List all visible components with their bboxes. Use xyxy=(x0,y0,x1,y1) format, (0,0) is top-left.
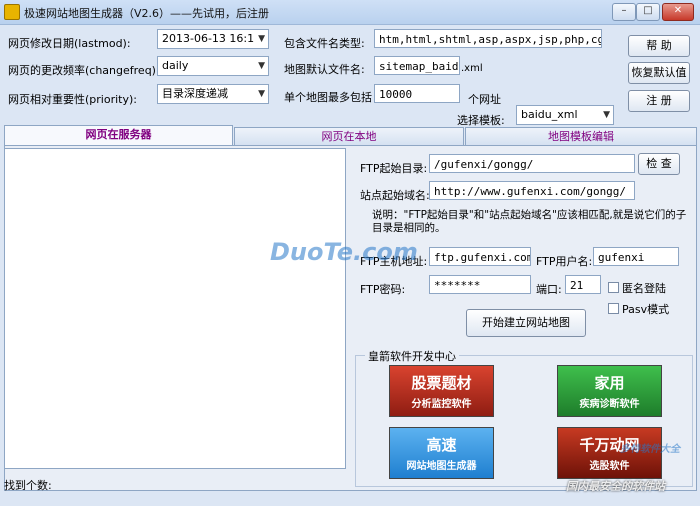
help-button[interactable]: 帮 助 xyxy=(628,35,690,57)
found-count-label: 找到个数: xyxy=(4,479,52,492)
ad2-subtitle: 疾病诊断软件 xyxy=(579,399,640,410)
tab-server[interactable]: 网页在服务器 xyxy=(4,125,233,145)
tab-local[interactable]: 网页在本地 xyxy=(234,127,464,145)
ad-sitemap-generator[interactable]: 高速 网站地图生成器 xyxy=(389,427,494,479)
template-select[interactable]: baidu_xml ▼ xyxy=(516,105,614,125)
chevron-down-icon: ▼ xyxy=(258,61,265,71)
watermark-bottom: 国内最安全的软件站 xyxy=(566,480,665,493)
maxurls-input[interactable]: 10000 xyxy=(374,84,460,103)
anonymous-login-label: 匿名登陆 xyxy=(622,282,666,295)
changefreq-select[interactable]: daily ▼ xyxy=(157,56,269,76)
ftp-note: 说明："FTP起始目录"和"站点起始域名"应该相匹配,就是说它们的子目录是相同的… xyxy=(372,209,687,234)
pasv-mode-label: Pasv模式 xyxy=(622,303,670,316)
filename-input[interactable]: sitemap_baidu xyxy=(374,56,460,75)
tab-template-editor[interactable]: 地图模板编辑 xyxy=(465,127,697,145)
site-domain-input[interactable]: http://www.gufenxi.com/gongg/ xyxy=(429,181,635,200)
priority-value: 目录深度递减 xyxy=(162,87,228,100)
filetypes-label: 包含文件名类型: xyxy=(284,37,365,50)
ad1-subtitle: 分析监控软件 xyxy=(411,399,472,410)
changefreq-value: daily xyxy=(162,59,189,72)
priority-select[interactable]: 目录深度递减 ▼ xyxy=(157,84,269,104)
priority-label: 网页相对重要性(priority): xyxy=(8,93,137,106)
start-build-sitemap-button[interactable]: 开始建立网站地图 xyxy=(466,309,586,337)
changefreq-label: 网页的更改频率(changefreq): xyxy=(8,64,160,77)
lastmod-value: 2013-06-13 16:1 xyxy=(162,32,255,45)
maximize-button[interactable]: □ xyxy=(636,3,660,21)
title-bar: 极速网站地图生成器（V2.6）——先试用，后注册 – □ ✕ xyxy=(0,0,700,25)
template-label: 选择模板: xyxy=(457,114,505,127)
ad4-subtitle: 选股软件 xyxy=(589,461,630,472)
url-list[interactable] xyxy=(4,148,346,469)
filetypes-input[interactable]: htm,html,shtml,asp,aspx,jsp,php,cgi xyxy=(374,29,602,48)
maxurls-label: 单个地图最多包括 xyxy=(284,91,372,104)
ad-home-diagnosis[interactable]: 家用 疾病诊断软件 xyxy=(557,365,662,417)
app-window: 极速网站地图生成器（V2.6）——先试用，后注册 – □ ✕ 网页修改日期(la… xyxy=(0,0,700,506)
ftp-user-label: FTP用户名: xyxy=(536,255,593,268)
chevron-down-icon: ▼ xyxy=(258,89,265,99)
lastmod-picker[interactable]: 2013-06-13 16:1 ▼ xyxy=(157,29,269,49)
ftp-root-input[interactable]: /gufenxi/gongg/ xyxy=(429,154,635,173)
pasv-mode-checkbox[interactable] xyxy=(608,303,619,314)
ftp-host-input[interactable]: ftp.gufenxi.com xyxy=(429,247,531,266)
chevron-down-icon: ▼ xyxy=(258,34,265,44)
watermark-corner: 多特软件大全 xyxy=(620,444,680,455)
filename-label: 地图默认文件名: xyxy=(284,63,365,76)
ftp-root-label: FTP起始目录: xyxy=(360,162,428,175)
ftp-port-label: 端口: xyxy=(536,283,562,296)
ad1-title: 股票题材 xyxy=(411,374,472,392)
app-icon xyxy=(4,4,20,20)
window-title: 极速网站地图生成器（V2.6）——先试用，后注册 xyxy=(24,7,270,20)
ftp-password-label: FTP密码: xyxy=(360,283,406,296)
watermark-center: DuoTe.com xyxy=(270,238,418,266)
ftp-port-input[interactable]: 21 xyxy=(565,275,601,294)
check-button[interactable]: 检 查 xyxy=(638,153,680,175)
ftp-password-input[interactable]: ******* xyxy=(429,275,531,294)
minimize-button[interactable]: – xyxy=(612,3,636,21)
anonymous-login-checkbox[interactable] xyxy=(608,282,619,293)
ads-group-title: 皇箭软件开发中心 xyxy=(365,348,459,364)
close-button[interactable]: ✕ xyxy=(662,3,694,21)
ad2-title: 家用 xyxy=(594,374,625,392)
ad3-subtitle: 网站地图生成器 xyxy=(406,461,477,472)
restore-defaults-button[interactable]: 恢复默认值 xyxy=(628,62,690,84)
maxurls-unit: 个网址 xyxy=(468,93,501,106)
template-value: baidu_xml xyxy=(521,108,578,121)
ad-stock-analysis[interactable]: 股票题材 分析监控软件 xyxy=(389,365,494,417)
lastmod-label: 网页修改日期(lastmod): xyxy=(8,37,131,50)
chevron-down-icon: ▼ xyxy=(603,110,610,120)
site-domain-label: 站点起始域名: xyxy=(360,189,430,202)
register-button[interactable]: 注 册 xyxy=(628,90,690,112)
ftp-user-input[interactable]: gufenxi xyxy=(593,247,679,266)
ad3-title: 高速 xyxy=(426,436,457,454)
filename-ext: .xml xyxy=(461,63,483,74)
